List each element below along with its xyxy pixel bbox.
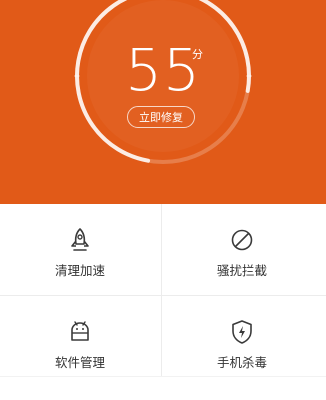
- android-icon: [71, 321, 89, 341]
- tile-label: 手机杀毒: [216, 355, 267, 370]
- tile-label: 骚扰拦截: [216, 263, 267, 278]
- block-icon: [231, 229, 253, 251]
- tile-label: 软件管理: [54, 355, 105, 370]
- tile-antivirus[interactable]: 手机杀毒: [162, 296, 322, 386]
- tile-clean-boost[interactable]: 清理加速: [0, 204, 160, 294]
- score-unit: 分: [192, 48, 203, 61]
- score-hero: 55 分 立即修复: [0, 0, 326, 204]
- tile-label: 清理加速: [54, 263, 105, 278]
- tile-harassment-block[interactable]: 骚扰拦截: [162, 204, 322, 294]
- score-value: 55: [125, 36, 201, 104]
- fix-now-button[interactable]: 立即修复: [127, 106, 195, 128]
- tile-app-management[interactable]: 软件管理: [0, 296, 160, 386]
- rocket-icon: [71, 228, 89, 251]
- score-display: 55 分: [0, 38, 326, 102]
- feature-grid: 清理加速 骚扰拦截 软件管理 手机杀毒: [0, 204, 326, 400]
- shield-bolt-icon: [232, 320, 252, 344]
